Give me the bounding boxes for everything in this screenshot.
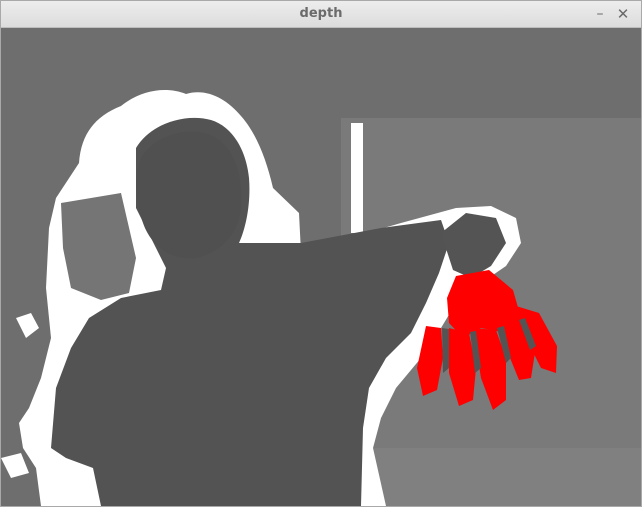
finger-gap [442,328,449,373]
depth-map [1,28,641,506]
title-bar[interactable]: depth – ✕ [1,1,641,28]
window-title: depth [299,6,343,21]
door-frame-shadow [351,123,363,233]
app-window: depth – ✕ [0,0,642,507]
head-depth [136,131,242,259]
depth-image-view [1,28,641,506]
floor-depth-region [363,448,641,506]
minimize-icon[interactable]: – [591,5,609,23]
close-icon[interactable]: ✕ [614,5,632,23]
